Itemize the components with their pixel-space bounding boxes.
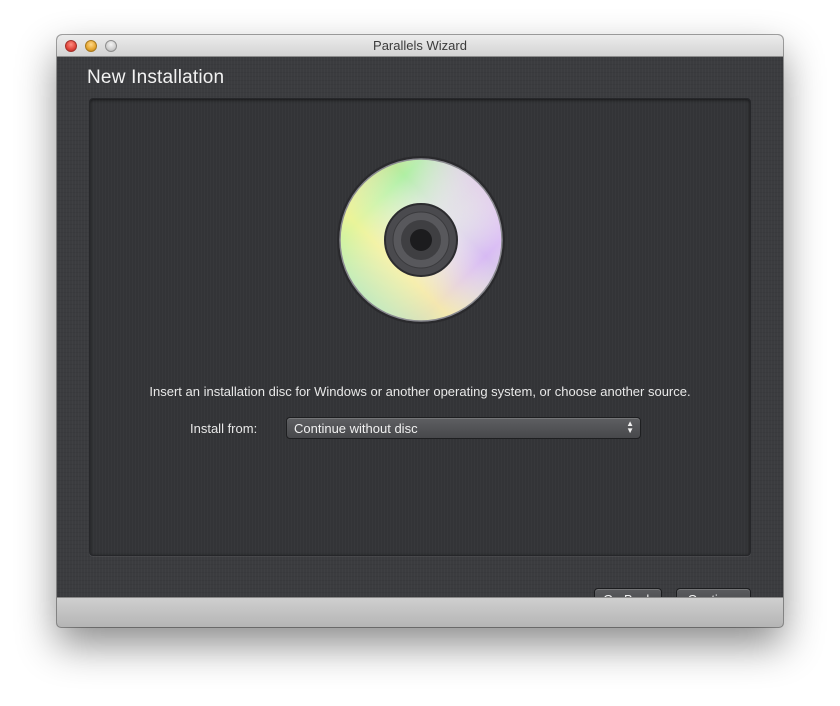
install-source-select[interactable]: Continue without disc ▲ ▼	[286, 417, 641, 439]
installation-panel: Insert an installation disc for Windows …	[89, 98, 751, 556]
title-bar[interactable]: Parallels Wizard	[57, 35, 783, 57]
window-title: Parallels Wizard	[373, 38, 467, 53]
install-source-value: Continue without disc	[294, 421, 418, 436]
wizard-content: New Installation Insert an installation …	[57, 57, 783, 624]
dvd-disc-icon	[337, 156, 505, 324]
install-from-label: Install from:	[190, 421, 258, 436]
instruction-text: Insert an installation disc for Windows …	[149, 384, 691, 399]
wizard-window: Parallels Wizard New Installation Insert…	[57, 35, 783, 627]
page-title: New Installation	[87, 67, 225, 88]
up-down-arrows-icon: ▲ ▼	[626, 419, 634, 435]
window-bottom-bar	[57, 597, 783, 627]
